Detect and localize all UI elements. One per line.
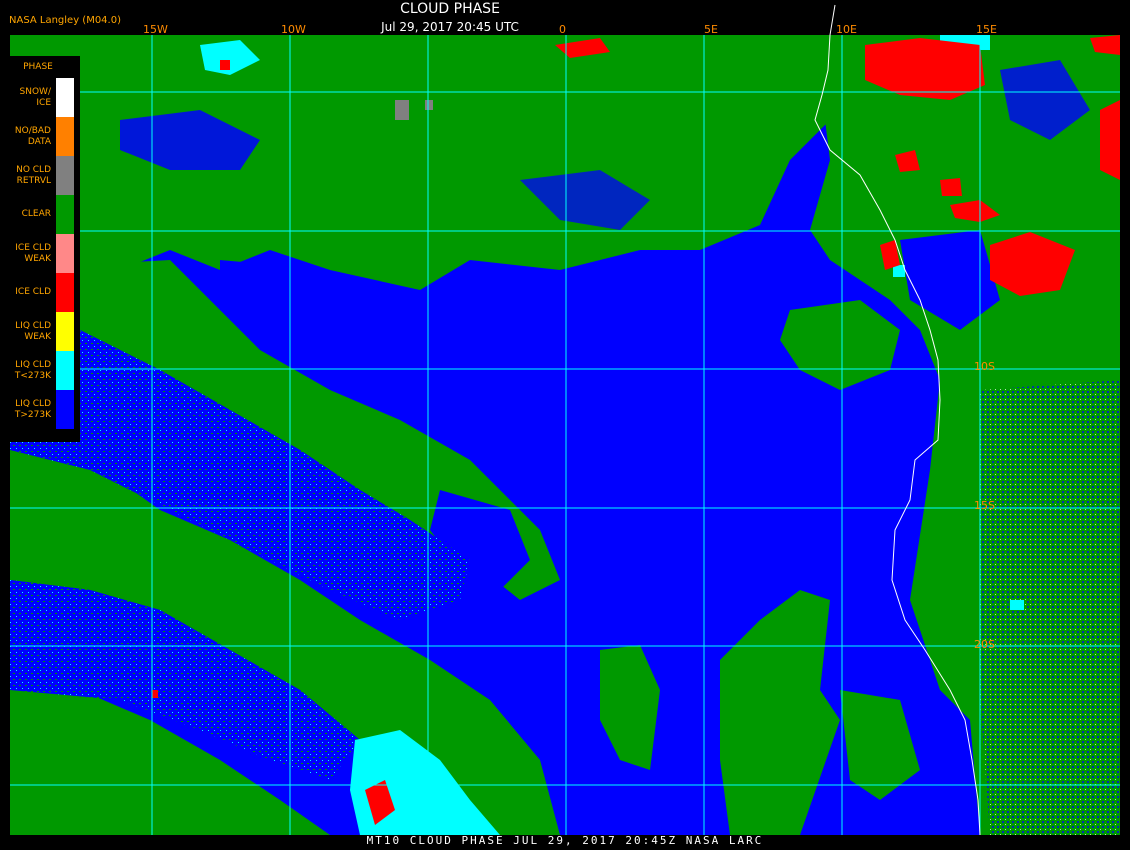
legend-item: ICE CLD [8, 273, 82, 312]
longitude-label: 10E [836, 23, 857, 36]
longitude-label: 15W [143, 23, 168, 36]
legend-item-label: LIQ CLD T<273K [14, 360, 51, 381]
legend-item: SNOW/ ICE [8, 78, 82, 117]
cloud-phase-map [10, 4, 1120, 836]
legend-color-swatch [56, 78, 74, 117]
legend-item-label: SNOW/ ICE [19, 87, 51, 108]
legend-color-swatch [56, 195, 74, 234]
legend-item: CLEAR [8, 195, 82, 234]
latitude-label: 10S [974, 360, 995, 373]
legend-item: NO/BAD DATA [8, 117, 82, 156]
legend-item-label: LIQ CLD WEAK [15, 321, 51, 342]
legend-color-swatch [56, 351, 74, 390]
legend-color-swatch [56, 234, 74, 273]
longitude-label: 10W [281, 23, 306, 36]
legend-item-label: ICE CLD WEAK [15, 243, 51, 264]
longitude-label: 15E [976, 23, 997, 36]
producer-version: NASA Langley (M04.0) [9, 15, 121, 26]
legend-item: LIQ CLD T<273K [8, 351, 82, 390]
longitude-label: 0 [559, 23, 566, 36]
legend-item-label: NO CLD RETRVL [16, 165, 51, 186]
legend-color-swatch [56, 156, 74, 195]
legend-item-label: ICE CLD [15, 287, 51, 297]
legend-item: LIQ CLD WEAK [8, 312, 82, 351]
legend-title: PHASE [23, 62, 53, 72]
legend-color-swatch [56, 312, 74, 351]
legend-color-swatch [56, 390, 74, 429]
map-timestamp: Jul 29, 2017 20:45 UTC [381, 20, 519, 34]
legend-item: LIQ CLD T>273K [8, 390, 82, 429]
legend-color-swatch [56, 117, 74, 156]
latitude-label: 20S [974, 638, 995, 651]
legend-item-label: NO/BAD DATA [14, 126, 51, 147]
legend-color-swatch [56, 273, 74, 312]
footer-caption: MT10 CLOUD PHASE JUL 29, 2017 20:45Z NAS… [366, 834, 764, 847]
legend-item-label: CLEAR [21, 209, 51, 219]
longitude-label: 5E [704, 23, 718, 36]
legend-item: NO CLD RETRVL [8, 156, 82, 195]
legend-item: ICE CLD WEAK [8, 234, 82, 273]
legend-item-label: LIQ CLD T>273K [14, 399, 51, 420]
phase-legend: PHASE SNOW/ ICE NO/BAD DATA NO CLD RETRVL C… [8, 56, 80, 442]
latitude-label: 15S [974, 499, 995, 512]
map-title: CLOUD PHASE [400, 1, 500, 17]
